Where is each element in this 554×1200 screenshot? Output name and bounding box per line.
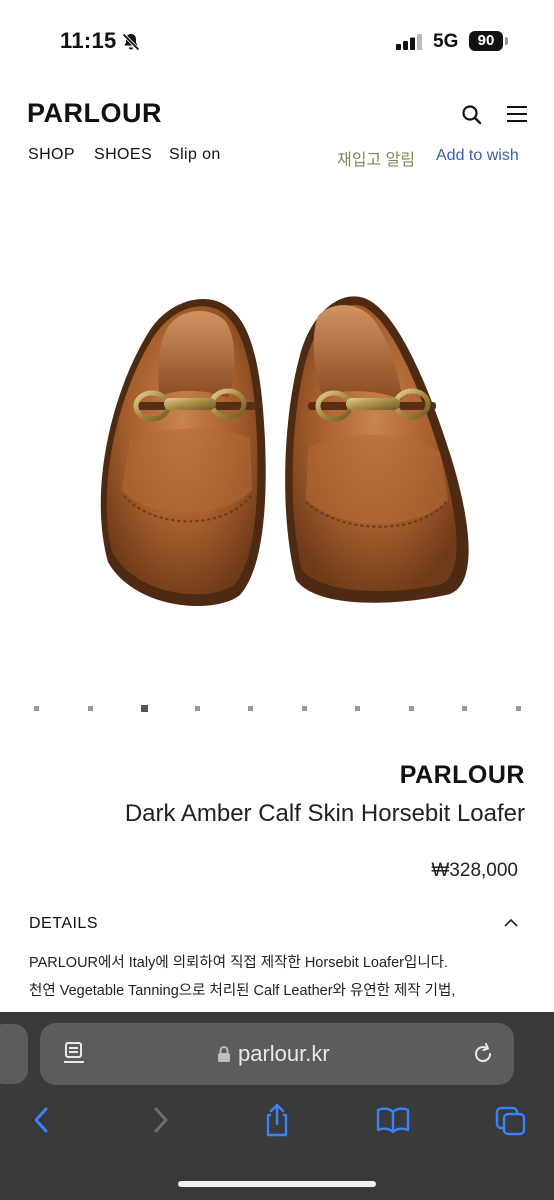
description-line: PARLOUR에서 Italy에 의뢰하여 직접 제작한 Horsebit Lo… (29, 955, 449, 971)
gallery-dot[interactable] (301, 706, 307, 711)
gallery-dot[interactable] (462, 706, 467, 711)
gallery-dot[interactable] (408, 706, 414, 711)
hamburger-menu-icon[interactable] (507, 105, 527, 123)
description-line: 천연 Vegetable Tanning으로 처리된 Calf Leather와… (29, 983, 456, 999)
lock-icon (218, 1046, 230, 1062)
nav-shop[interactable]: SHOP (28, 146, 75, 164)
page-menu-icon[interactable] (63, 1041, 87, 1067)
back-icon[interactable] (24, 1102, 58, 1138)
gallery-dot[interactable] (355, 706, 360, 711)
right-loafer (285, 296, 469, 603)
product-image[interactable] (0, 190, 554, 690)
site-logo[interactable]: PARLOUR (27, 98, 162, 129)
search-icon[interactable] (461, 104, 483, 126)
share-icon[interactable] (260, 1102, 294, 1138)
previous-tab-preview[interactable] (0, 1024, 28, 1084)
product-price: ₩328,000 (431, 860, 518, 881)
gallery-dot[interactable] (87, 706, 93, 711)
gallery-dot[interactable] (248, 706, 253, 711)
url-text[interactable]: parlour.kr (238, 1041, 330, 1067)
product-brand[interactable]: PARLOUR (400, 761, 525, 790)
battery-tip (505, 37, 508, 45)
bookmarks-icon[interactable] (376, 1102, 410, 1138)
chevron-up-icon[interactable] (503, 917, 519, 929)
gallery-dot[interactable] (194, 706, 200, 711)
status-time: 11:15 (60, 28, 117, 53)
gallery-dot[interactable] (141, 705, 148, 712)
nav-slip-on[interactable]: Slip on (169, 146, 221, 164)
reload-icon[interactable] (470, 1041, 496, 1067)
restock-alert-link[interactable]: 재입고 알림 (337, 146, 415, 170)
add-to-wish-link[interactable]: Add to wish (436, 147, 519, 165)
battery-indicator: 90 (469, 31, 503, 51)
bell-slash-icon (122, 33, 140, 51)
gallery-dot[interactable] (34, 706, 39, 711)
network-type: 5G (433, 31, 459, 52)
product-name: Dark Amber Calf Skin Horsebit Loafer (124, 800, 525, 827)
left-loafer (100, 298, 266, 607)
home-indicator (178, 1181, 376, 1187)
details-toggle[interactable]: DETAILS (29, 915, 98, 933)
cellular-signal-icon (396, 34, 422, 50)
gallery-dot[interactable] (515, 706, 521, 711)
forward-icon (154, 1107, 168, 1133)
tabs-icon[interactable] (494, 1102, 528, 1138)
nav-shoes[interactable]: SHOES (94, 146, 152, 164)
